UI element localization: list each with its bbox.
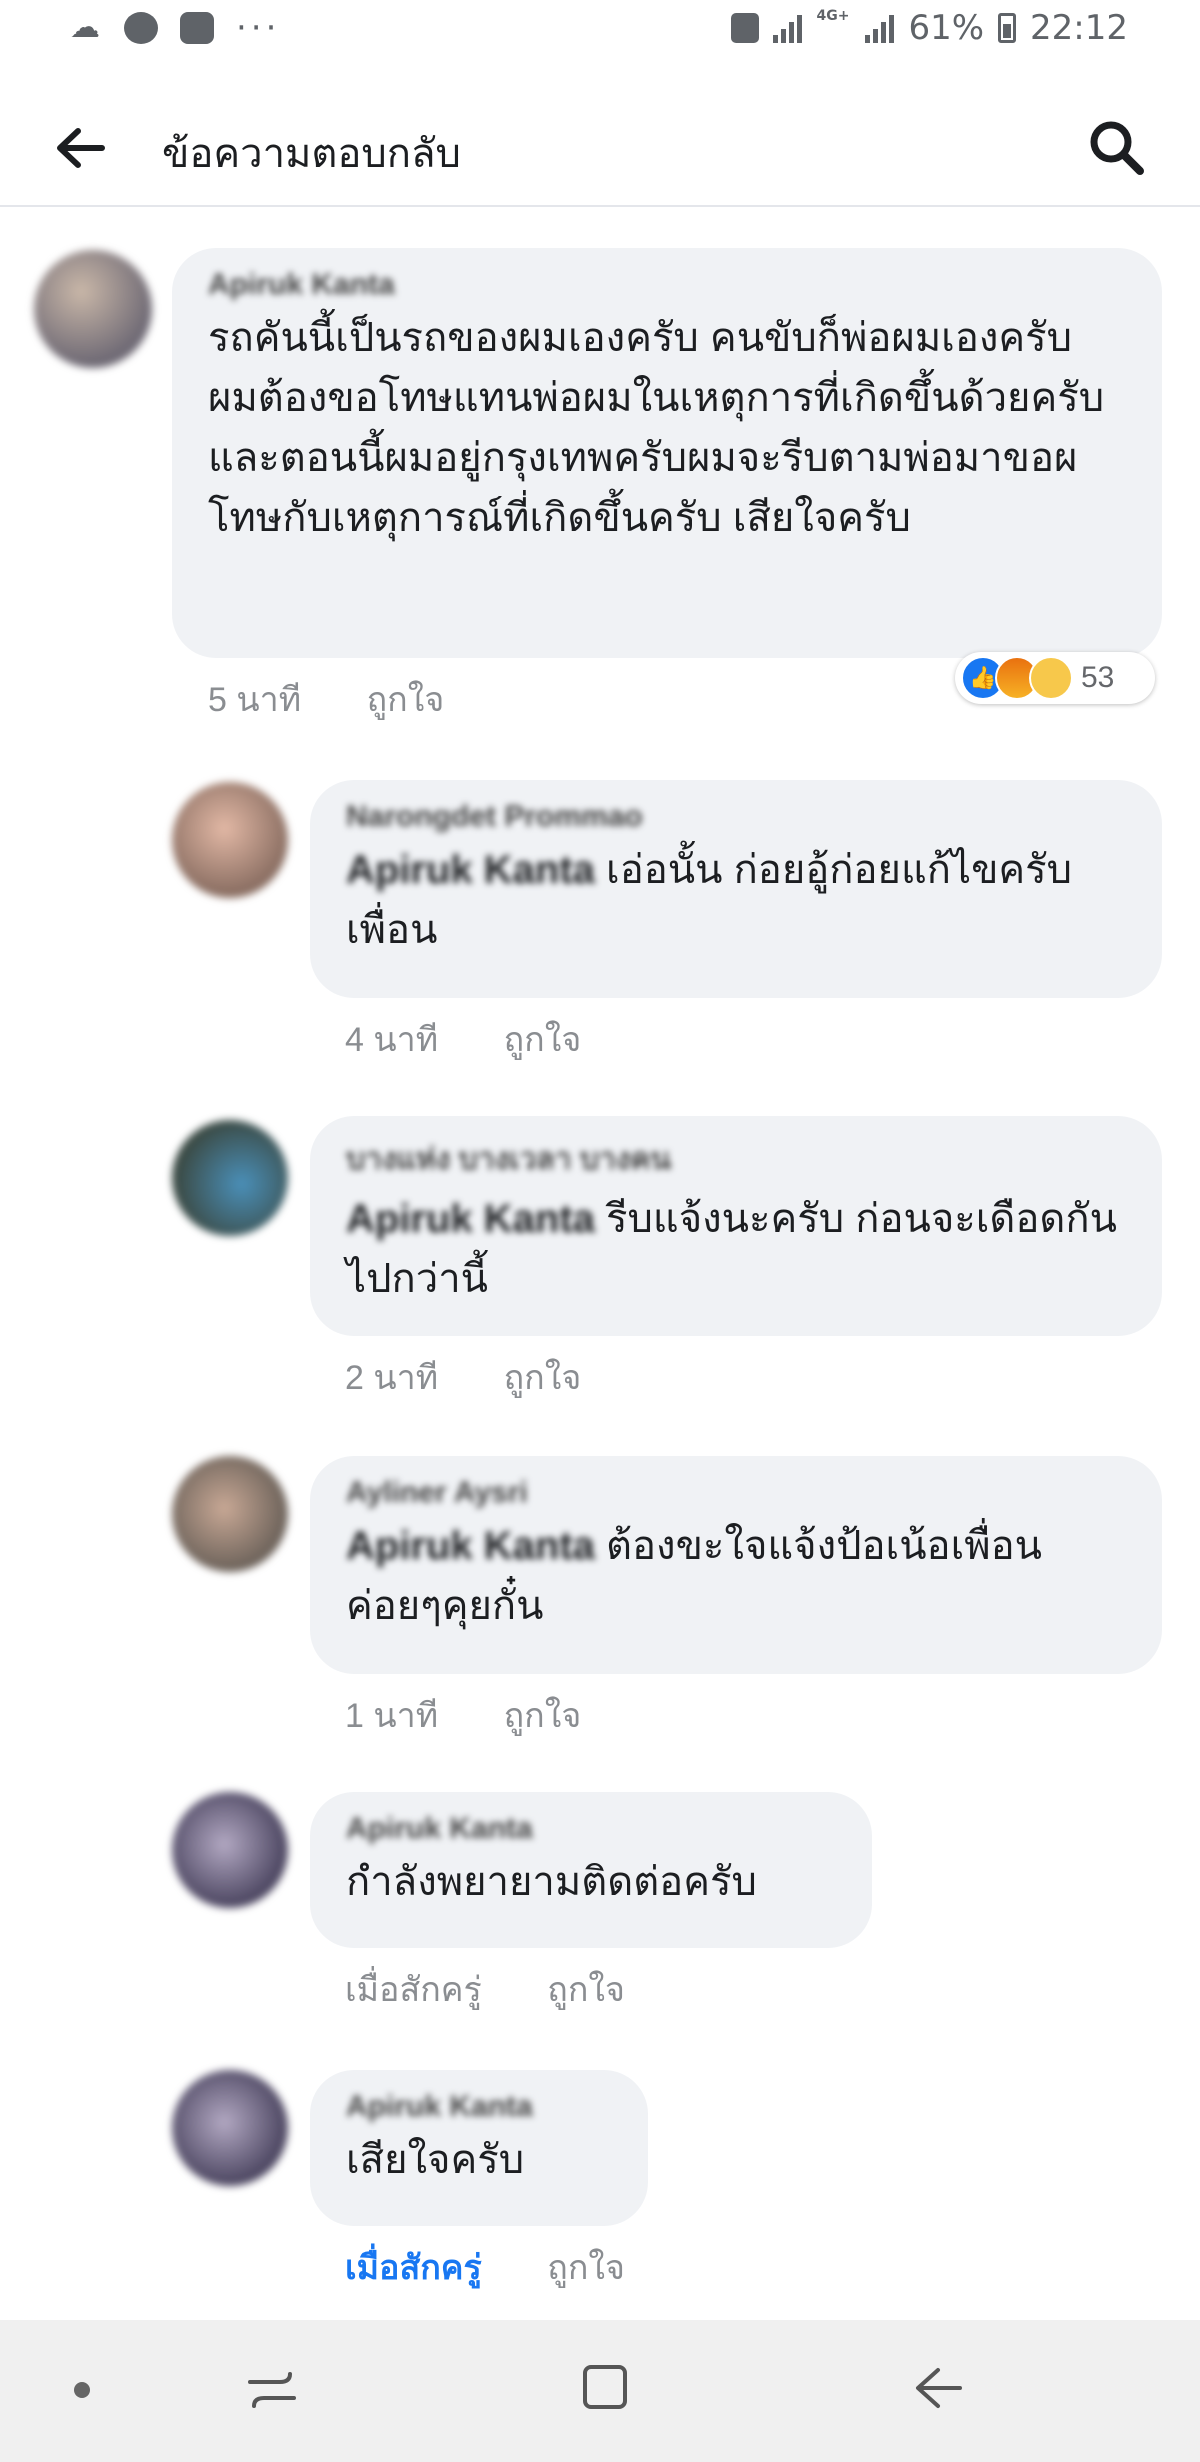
comment-time: 5 นาที bbox=[208, 681, 302, 719]
comment-text: กำลังพยายามติดต่อครับ bbox=[346, 1860, 757, 1904]
comment-bubble[interactable]: Ayliner Aysri Apiruk Kanta ต้องขะใจแจ้งป… bbox=[310, 1456, 1162, 1674]
comment-text: Apiruk Kanta เอ่อนั้น ก่อยอู้ก่อยแก้ไขคร… bbox=[346, 840, 1132, 960]
arrow-left-icon[interactable] bbox=[52, 123, 108, 173]
battery-icon bbox=[998, 13, 1017, 43]
comment-bubble[interactable]: Apiruk Kanta รถคันนี้เป็นรถของผมเองครับ … bbox=[172, 248, 1162, 658]
comment-author[interactable]: Ayliner Aysri bbox=[346, 1476, 1132, 1510]
search-icon[interactable] bbox=[1086, 117, 1148, 179]
like-link[interactable]: ถูกใจ bbox=[504, 1697, 582, 1735]
home-icon[interactable] bbox=[580, 2362, 630, 2412]
battery-percent: 61% bbox=[908, 8, 985, 48]
comment-time: เมื่อสักครู่ bbox=[345, 1971, 482, 2009]
more-dots-icon: ··· bbox=[236, 8, 281, 48]
line-icon bbox=[124, 12, 158, 44]
avatar[interactable] bbox=[172, 1456, 288, 1572]
like-link[interactable]: ถูกใจ bbox=[504, 1359, 582, 1397]
comment-bubble[interactable]: Apiruk Kanta กำลังพยายามติดต่อครับ bbox=[310, 1792, 872, 1948]
chat-icon bbox=[180, 12, 214, 44]
comment-meta: เมื่อสักครู่ ถูกใจ bbox=[345, 2240, 625, 2294]
comment-text: Apiruk Kanta ต้องขะใจแจ้งป้อเน้อเพื่อน ค… bbox=[346, 1516, 1132, 1636]
page-title: ข้อความตอบกลับ bbox=[162, 132, 461, 176]
avatar[interactable] bbox=[172, 1792, 288, 1908]
comment-author[interactable]: Apiruk Kanta bbox=[346, 2090, 618, 2124]
like-link[interactable]: ถูกใจ bbox=[547, 1971, 625, 2009]
avatar[interactable] bbox=[172, 1120, 288, 1236]
comment-meta: 2 นาที ถูกใจ bbox=[345, 1350, 581, 1404]
mention-tag[interactable]: Apiruk Kanta bbox=[346, 1197, 595, 1241]
status-bar: ☁ ··· 4G+ 61% 22:12 bbox=[0, 0, 1200, 72]
comment-author[interactable]: Apiruk Kanta bbox=[208, 268, 1132, 302]
comment-text: เสียใจครับ bbox=[346, 2138, 525, 2182]
mention-tag[interactable]: Apiruk Kanta bbox=[346, 1524, 595, 1568]
comment-time: 2 นาที bbox=[345, 1359, 439, 1397]
like-link[interactable]: ถูกใจ bbox=[367, 681, 445, 719]
comment-bubble[interactable]: Narongdet Prommao Apiruk Kanta เอ่อนั้น … bbox=[310, 780, 1162, 998]
avatar[interactable] bbox=[34, 250, 152, 368]
sim-icon bbox=[731, 13, 760, 43]
reaction-count: 53 bbox=[1081, 661, 1115, 694]
comment-text: Apiruk Kanta รีบแจ้งนะครับ ก่อนจะเดือดกั… bbox=[346, 1189, 1132, 1309]
avatar[interactable] bbox=[172, 2070, 288, 2186]
system-icons: 4G+ 61% 22:12 bbox=[731, 8, 1128, 48]
reaction-summary[interactable]: 👍 53 bbox=[955, 652, 1155, 704]
mention-tag[interactable]: Apiruk Kanta bbox=[346, 848, 595, 892]
comment-author[interactable]: Apiruk Kanta bbox=[346, 1812, 842, 1846]
comment-meta: เมื่อสักครู่ ถูกใจ bbox=[345, 1962, 625, 2016]
comment-meta: 4 นาที ถูกใจ bbox=[345, 1012, 581, 1066]
like-link[interactable]: ถูกใจ bbox=[547, 2249, 625, 2287]
app-notification-icon: ☁ bbox=[70, 10, 100, 45]
comment-time: 1 นาที bbox=[345, 1697, 439, 1735]
signal-icon bbox=[773, 13, 803, 43]
comment-time: 4 นาที bbox=[345, 1021, 439, 1059]
system-nav-bar bbox=[0, 2320, 1200, 2462]
sad-reaction-icon bbox=[1029, 656, 1073, 700]
dot-icon[interactable] bbox=[74, 2382, 90, 2398]
comment-meta: 1 นาที ถูกใจ bbox=[345, 1688, 581, 1742]
comment-text: รถคันนี้เป็นรถของผมเองครับ คนขับก็พ่อผมเ… bbox=[208, 316, 1105, 540]
like-link[interactable]: ถูกใจ bbox=[504, 1021, 582, 1059]
comment-author[interactable]: Narongdet Prommao bbox=[346, 800, 1132, 834]
comment-time: เมื่อสักครู่ bbox=[345, 2249, 482, 2287]
app-bar: ข้อความตอบกลับ bbox=[0, 95, 1200, 207]
back-icon[interactable] bbox=[910, 2362, 966, 2414]
notification-icons: ☁ ··· bbox=[68, 8, 281, 48]
signal-icon-2 bbox=[865, 13, 895, 43]
network-type: 4G+ bbox=[816, 8, 850, 24]
comment-author[interactable]: บางแห่ง บางเวลา บางคน bbox=[346, 1136, 1132, 1183]
avatar[interactable] bbox=[172, 782, 288, 898]
comment-bubble[interactable]: บางแห่ง บางเวลา บางคน Apiruk Kanta รีบแจ… bbox=[310, 1116, 1162, 1336]
recent-apps-icon[interactable] bbox=[244, 2366, 300, 2414]
clock: 22:12 bbox=[1030, 8, 1128, 48]
comment-meta: 5 นาที ถูกใจ bbox=[208, 672, 444, 726]
comment-bubble[interactable]: Apiruk Kanta เสียใจครับ bbox=[310, 2070, 648, 2226]
